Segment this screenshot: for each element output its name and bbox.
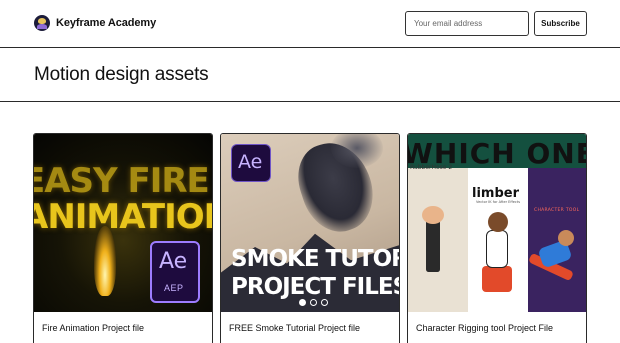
carousel-dot[interactable] xyxy=(512,299,519,306)
panel-label-rubberhose: RubberHose 2 xyxy=(410,164,453,171)
badge-extension-label: AEP xyxy=(164,283,184,293)
email-input[interactable] xyxy=(405,11,529,36)
product-card-smoke[interactable]: Ae SMOKE TUTORIAL PROJECT FILES FREE Smo… xyxy=(220,133,400,343)
carousel-dot[interactable] xyxy=(501,299,508,306)
product-card-fire[interactable]: EASY FIRE ANIMATION Ae AEP Fire Animatio… xyxy=(33,133,213,343)
page-heading-section: Motion design assets xyxy=(0,48,620,102)
card-thumbnail[interactable]: Ae SMOKE TUTORIAL PROJECT FILES xyxy=(221,134,399,312)
product-card-rigging[interactable]: WHICH ONE RubberHose 2 limber Vector IK … xyxy=(407,133,587,343)
card-thumbnail[interactable]: EASY FIRE ANIMATION Ae AEP xyxy=(34,134,212,312)
carousel-dot[interactable] xyxy=(321,299,328,306)
brand-logo-icon xyxy=(34,15,50,31)
badge-app-label: Ae xyxy=(159,249,188,274)
carousel-dot[interactable] xyxy=(479,299,486,306)
after-effects-icon: Ae xyxy=(231,144,271,182)
brand[interactable]: Keyframe Academy xyxy=(34,15,156,31)
carousel-dot[interactable] xyxy=(310,299,317,306)
card-title[interactable]: Character Rigging tool Project File xyxy=(416,323,553,333)
card-title[interactable]: FREE Smoke Tutorial Project file xyxy=(229,323,360,333)
card-thumbnail[interactable]: WHICH ONE RubberHose 2 limber Vector IK … xyxy=(408,134,586,312)
brand-name: Keyframe Academy xyxy=(56,17,157,29)
rig-panel-character-tool xyxy=(528,168,586,312)
character-figure-head xyxy=(422,206,444,224)
flame-icon xyxy=(94,226,116,296)
panel-label-character-tool: CHARACTER TOOL xyxy=(534,208,580,213)
thumbnail-headline-line2: ANIMATION xyxy=(34,197,212,237)
character-figure-head xyxy=(558,230,574,246)
thumbnail-banner: WHICH ONE xyxy=(408,134,586,170)
carousel-dots xyxy=(299,299,328,306)
carousel-dot[interactable] xyxy=(299,299,306,306)
character-figure-legs xyxy=(482,266,512,292)
carousel-dot[interactable] xyxy=(490,299,497,306)
thumbnail-headline-line1: EASY FIRE xyxy=(34,161,210,201)
site-header: Keyframe Academy Subscribe xyxy=(0,0,620,48)
thumbnail-headline-line2: PROJECT FILES xyxy=(231,274,399,300)
carousel-dots xyxy=(468,299,519,306)
carousel-dot[interactable] xyxy=(468,299,475,306)
panel-label-limber: limber xyxy=(472,186,519,201)
badge-app-label: Ae xyxy=(238,151,263,173)
after-effects-file-icon: Ae AEP xyxy=(150,241,200,303)
page-title: Motion design assets xyxy=(34,64,209,85)
character-figure-body xyxy=(486,230,508,268)
panel-sublabel-limber: Vector IK for After Effects xyxy=(476,200,521,204)
character-figure-body xyxy=(426,216,440,272)
subscribe-button[interactable]: Subscribe xyxy=(534,11,587,36)
card-title[interactable]: Fire Animation Project file xyxy=(42,323,144,333)
thumbnail-headline-line1: SMOKE TUTORIAL xyxy=(231,246,399,272)
character-figure-head xyxy=(488,212,508,232)
